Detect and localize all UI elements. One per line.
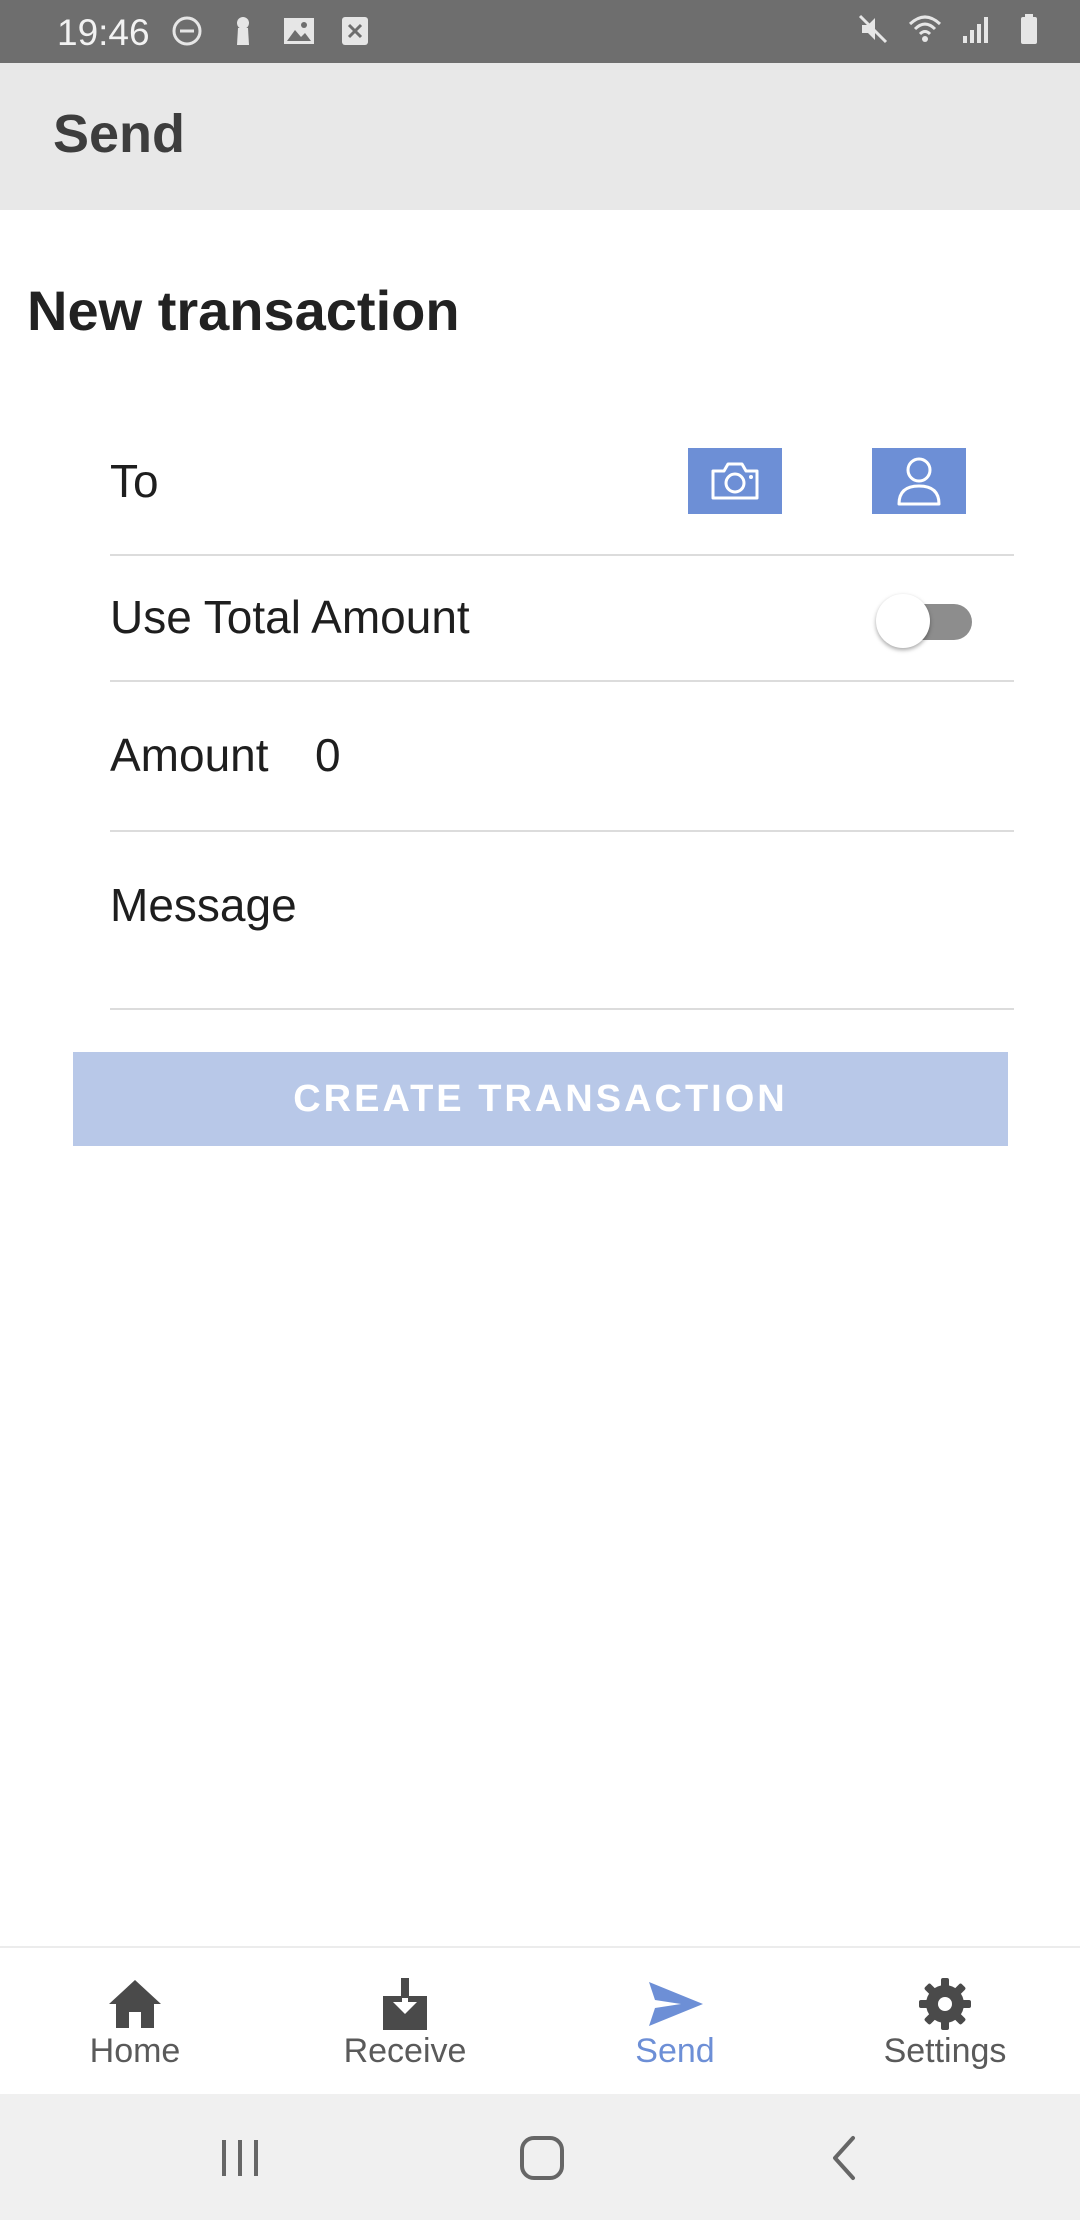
amount-field-row[interactable]: Amount 0: [110, 682, 1014, 832]
message-input[interactable]: Message: [110, 878, 297, 932]
send-icon: [649, 1982, 703, 2026]
status-time: 19:46: [57, 12, 150, 53]
nav-label-send: Send: [635, 2032, 715, 2070]
status-bar: 19:46: [0, 0, 1080, 63]
home-button-icon[interactable]: [512, 2130, 572, 2186]
create-transaction-button[interactable]: CREATE TRANSACTION: [73, 1052, 1008, 1146]
page-title: Send: [53, 104, 186, 164]
recents-icon[interactable]: [210, 2130, 270, 2186]
do-not-disturb-icon: [172, 16, 202, 46]
to-field-row[interactable]: To: [110, 430, 1014, 556]
nav-item-receive[interactable]: Receive: [270, 1948, 540, 2096]
use-total-amount-label: Use Total Amount: [110, 591, 470, 643]
nav-label-home: Home: [89, 2032, 181, 2070]
home-icon: [109, 1980, 161, 2028]
use-total-amount-row: Use Total Amount: [110, 556, 1014, 682]
contacts-button[interactable]: [872, 448, 966, 514]
to-label: To: [110, 455, 159, 507]
bottom-nav: Home Receive Send Settings: [0, 1946, 1080, 2096]
nav-label-receive: Receive: [343, 2032, 467, 2070]
section-title: New transaction: [27, 279, 460, 342]
status-right-icons: [856, 12, 1046, 46]
battery-icon: [1021, 14, 1037, 44]
toggle-knob: [876, 594, 930, 648]
nav-item-home[interactable]: Home: [0, 1948, 270, 2096]
download-icon: [383, 1978, 427, 2030]
signal-icon: [963, 17, 988, 43]
nav-item-send[interactable]: Send: [540, 1948, 810, 2096]
scan-qr-button[interactable]: [688, 448, 782, 514]
amount-input[interactable]: 0: [315, 728, 341, 782]
close-box-icon: [342, 17, 368, 45]
gear-icon: [919, 1978, 971, 2030]
message-field-row[interactable]: Message: [110, 832, 1014, 1010]
wifi-icon: [908, 15, 942, 42]
nav-item-settings[interactable]: Settings: [810, 1948, 1080, 2096]
user-icon: [897, 457, 941, 506]
send-screen: 19:46 Send New transaction To Use Total …: [0, 0, 1080, 2220]
nav-label-settings: Settings: [883, 2032, 1007, 2070]
amount-label: Amount: [110, 729, 269, 781]
use-total-amount-toggle[interactable]: [876, 594, 974, 648]
gallery-icon: [284, 18, 314, 44]
status-left-icons: [170, 14, 372, 48]
camera-icon: [711, 462, 759, 500]
keyhole-icon: [237, 17, 249, 45]
app-bar: Send: [0, 63, 1080, 210]
mute-icon: [858, 14, 888, 44]
system-nav-bar: [0, 2094, 1080, 2220]
back-icon[interactable]: [815, 2130, 875, 2186]
